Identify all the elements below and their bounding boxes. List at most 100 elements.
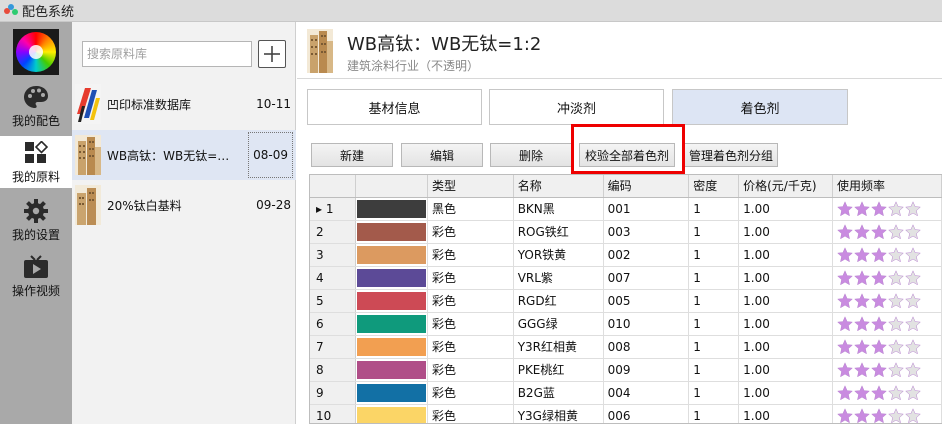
table-row[interactable]: ▸ 1 黑色 BKN黑 001 1 1.00	[310, 197, 942, 221]
star-icon[interactable]	[837, 292, 853, 309]
star-icon[interactable]	[837, 384, 853, 401]
star-icon[interactable]	[837, 246, 853, 263]
star-icon[interactable]	[871, 246, 887, 263]
star-icon[interactable]	[888, 384, 904, 401]
manage-colorant-groups-button[interactable]: 管理着色剂分组	[684, 143, 778, 167]
star-icon[interactable]	[905, 315, 921, 332]
star-icon[interactable]	[871, 338, 887, 355]
star-icon[interactable]	[837, 338, 853, 355]
table-row[interactable]: 2 彩色 ROG铁红 003 1 1.00	[310, 220, 942, 244]
price-cell: 1.00	[738, 266, 834, 290]
star-icon[interactable]	[854, 200, 870, 217]
star-icon[interactable]	[871, 384, 887, 401]
star-icon[interactable]	[888, 200, 904, 217]
frequency-cell	[832, 312, 942, 336]
new-button[interactable]: 新建	[311, 143, 393, 167]
table-row[interactable]: 3 彩色 YOR铁黄 002 1 1.00	[310, 243, 942, 267]
table-row[interactable]: 7 彩色 Y3R红相黄 008 1 1.00	[310, 335, 942, 359]
color-swatch-cell	[355, 243, 429, 267]
star-icon[interactable]	[888, 292, 904, 309]
star-icon[interactable]	[854, 338, 870, 355]
color-swatch	[357, 222, 427, 241]
star-icon[interactable]	[871, 200, 887, 217]
star-icon[interactable]	[854, 246, 870, 263]
star-icon[interactable]	[888, 407, 904, 424]
column-header-name[interactable]: 名称	[513, 175, 604, 198]
nav-my-settings[interactable]: 我的设置	[0, 194, 72, 246]
delete-button[interactable]: 删除	[490, 143, 572, 167]
tab-extender[interactable]: 冲淡剂	[489, 89, 664, 125]
star-icon[interactable]	[871, 223, 887, 240]
frequency-rating	[837, 292, 940, 310]
library-search-input[interactable]	[82, 41, 252, 67]
frequency-rating	[837, 338, 940, 356]
star-icon[interactable]	[871, 292, 887, 309]
star-icon[interactable]	[837, 315, 853, 332]
price-cell: 1.00	[738, 220, 834, 244]
current-row-marker: ▸	[316, 201, 323, 216]
star-icon[interactable]	[854, 384, 870, 401]
column-header-density[interactable]: 密度	[688, 175, 740, 198]
table-row[interactable]: 4 彩色 VRL紫 007 1 1.00	[310, 266, 942, 290]
table-row[interactable]: 6 彩色 GGG绿 010 1 1.00	[310, 312, 942, 336]
name-cell: BKN黑	[513, 197, 604, 221]
column-header-code[interactable]: 编码	[603, 175, 690, 198]
star-icon[interactable]	[905, 269, 921, 286]
table-row[interactable]: 10 彩色 Y3G绿相黄 006 1 1.00	[310, 404, 942, 424]
library-item-selected[interactable]: WB高钛：WB无钛=… 08-09	[72, 130, 296, 180]
star-icon[interactable]	[871, 361, 887, 378]
star-icon[interactable]	[905, 292, 921, 309]
code-cell: 002	[603, 243, 690, 267]
star-icon[interactable]	[854, 315, 870, 332]
library-item[interactable]: 20%钛白基料 09-28	[72, 180, 296, 230]
star-icon[interactable]	[854, 223, 870, 240]
title-bar: 配色系统	[0, 0, 942, 22]
gear-icon	[22, 198, 50, 224]
tab-substrate-info[interactable]: 基材信息	[307, 89, 482, 125]
star-icon[interactable]	[888, 246, 904, 263]
star-icon[interactable]	[854, 361, 870, 378]
star-icon[interactable]	[854, 269, 870, 286]
star-icon[interactable]	[888, 269, 904, 286]
nav-my-materials[interactable]: 我的原料	[0, 136, 72, 188]
color-swatch-cell	[355, 335, 429, 359]
star-icon[interactable]	[888, 315, 904, 332]
star-icon[interactable]	[905, 223, 921, 240]
star-icon[interactable]	[871, 315, 887, 332]
star-icon[interactable]	[837, 269, 853, 286]
table-row[interactable]: 5 彩色 RGD红 005 1 1.00	[310, 289, 942, 313]
column-header-price[interactable]: 价格(元/千克)	[738, 175, 834, 198]
color-swatch-cell	[355, 381, 429, 405]
star-icon[interactable]	[905, 407, 921, 424]
column-header-type[interactable]: 类型	[427, 175, 514, 198]
star-icon[interactable]	[905, 361, 921, 378]
star-icon[interactable]	[854, 292, 870, 309]
type-cell: 彩色	[427, 312, 514, 336]
star-icon[interactable]	[837, 361, 853, 378]
color-swatch-cell	[355, 266, 429, 290]
star-icon[interactable]	[905, 338, 921, 355]
library-item[interactable]: 凹印标准数据库 10-11	[72, 79, 296, 129]
column-header	[355, 175, 429, 198]
column-header-frequency[interactable]: 使用频率	[832, 175, 942, 198]
star-icon[interactable]	[888, 338, 904, 355]
window-title: 配色系统	[22, 5, 75, 20]
star-icon[interactable]	[871, 269, 887, 286]
add-library-button[interactable]	[258, 40, 286, 68]
edit-button[interactable]: 编辑	[401, 143, 483, 167]
table-row[interactable]: 8 彩色 PKE桃红 009 1 1.00	[310, 358, 942, 382]
star-icon[interactable]	[888, 223, 904, 240]
star-icon[interactable]	[871, 407, 887, 424]
star-icon[interactable]	[854, 407, 870, 424]
nav-my-colors[interactable]: 我的配色	[0, 80, 72, 132]
star-icon[interactable]	[905, 384, 921, 401]
tab-colorant[interactable]: 着色剂	[672, 89, 848, 125]
star-icon[interactable]	[837, 223, 853, 240]
star-icon[interactable]	[837, 200, 853, 217]
star-icon[interactable]	[905, 200, 921, 217]
nav-tutorial-videos[interactable]: 操作视频	[0, 250, 72, 302]
star-icon[interactable]	[837, 407, 853, 424]
star-icon[interactable]	[905, 246, 921, 263]
table-row[interactable]: 9 彩色 B2G蓝 004 1 1.00	[310, 381, 942, 405]
star-icon[interactable]	[888, 361, 904, 378]
